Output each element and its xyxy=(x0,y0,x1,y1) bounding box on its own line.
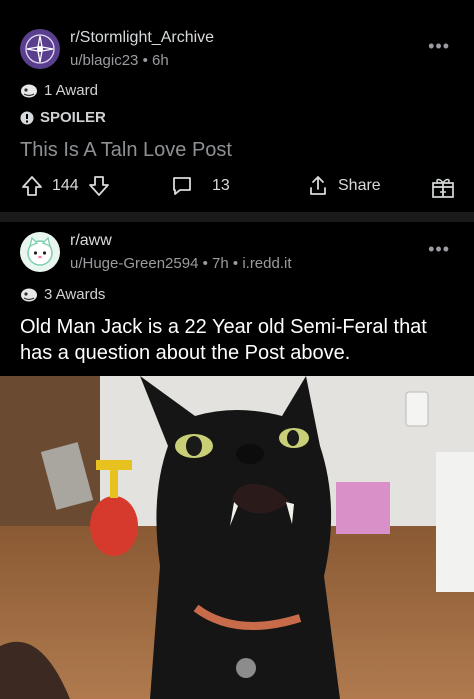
top-band xyxy=(0,0,474,10)
comments-button[interactable]: 13 xyxy=(170,174,230,198)
author-name[interactable]: u/blagic23 xyxy=(70,52,138,69)
alert-icon xyxy=(20,111,34,124)
more-dots-icon: ••• xyxy=(428,36,450,56)
awards-count: 3 Awards xyxy=(44,286,106,303)
comment-count: 13 xyxy=(212,177,230,194)
post-actions: 144 13 Share xyxy=(0,168,474,204)
post-title[interactable]: Old Man Jack is a 22 Year old Semi-Feral… xyxy=(20,314,460,366)
spoiler-label: SPOILER xyxy=(40,109,106,126)
subreddit-avatar[interactable] xyxy=(20,29,60,69)
post-image[interactable] xyxy=(0,376,474,699)
share-icon xyxy=(310,176,326,195)
post-meta: u/blagic23 • 6h xyxy=(70,52,169,69)
subreddit-avatar[interactable] xyxy=(20,232,60,272)
more-options-button[interactable]: ••• xyxy=(428,36,450,57)
post-separator xyxy=(0,212,474,222)
meta-dot: • xyxy=(142,52,152,69)
share-label: Share xyxy=(338,177,381,194)
author-name[interactable]: u/Huge-Green2594 xyxy=(70,255,198,272)
vote-group: 144 xyxy=(20,174,111,198)
post-age: 7h xyxy=(212,255,229,272)
spoiler-tag: SPOILER xyxy=(20,109,106,126)
award-icon xyxy=(21,84,37,97)
post-meta: u/Huge-Green2594 • 7h • i.redd.it xyxy=(70,255,292,272)
stormlight-glyph-icon xyxy=(25,34,55,64)
meta-dot: • xyxy=(232,255,243,272)
subreddit-name[interactable]: r/Stormlight_Archive xyxy=(70,29,214,47)
cat-photo xyxy=(0,376,474,699)
comment-bubble-icon xyxy=(173,177,191,195)
post-domain[interactable]: i.redd.it xyxy=(242,255,291,272)
awards-row[interactable]: 1 Award xyxy=(20,82,98,99)
meta-dot: • xyxy=(202,255,213,272)
awards-row[interactable]: 3 Awards xyxy=(20,286,105,303)
downvote-arrow-icon[interactable] xyxy=(87,174,111,198)
gift-award-icon xyxy=(432,178,454,198)
post-age: 6h xyxy=(151,52,169,69)
post-card-1[interactable]: r/Stormlight_Archive u/blagic23 • 6h •••… xyxy=(0,10,474,210)
award-icon xyxy=(21,288,37,301)
upvote-count: 144 xyxy=(52,177,79,194)
more-dots-icon: ••• xyxy=(428,239,450,259)
post-title[interactable]: This Is A Taln Love Post xyxy=(20,137,232,163)
award-button[interactable] xyxy=(430,174,456,200)
share-button[interactable]: Share xyxy=(306,174,381,198)
more-options-button[interactable]: ••• xyxy=(428,239,450,260)
subreddit-name[interactable]: r/aww xyxy=(70,232,112,250)
upvote-arrow-icon[interactable] xyxy=(20,174,44,198)
awards-count: 1 Award xyxy=(44,82,98,99)
aww-cat-icon xyxy=(27,236,53,266)
